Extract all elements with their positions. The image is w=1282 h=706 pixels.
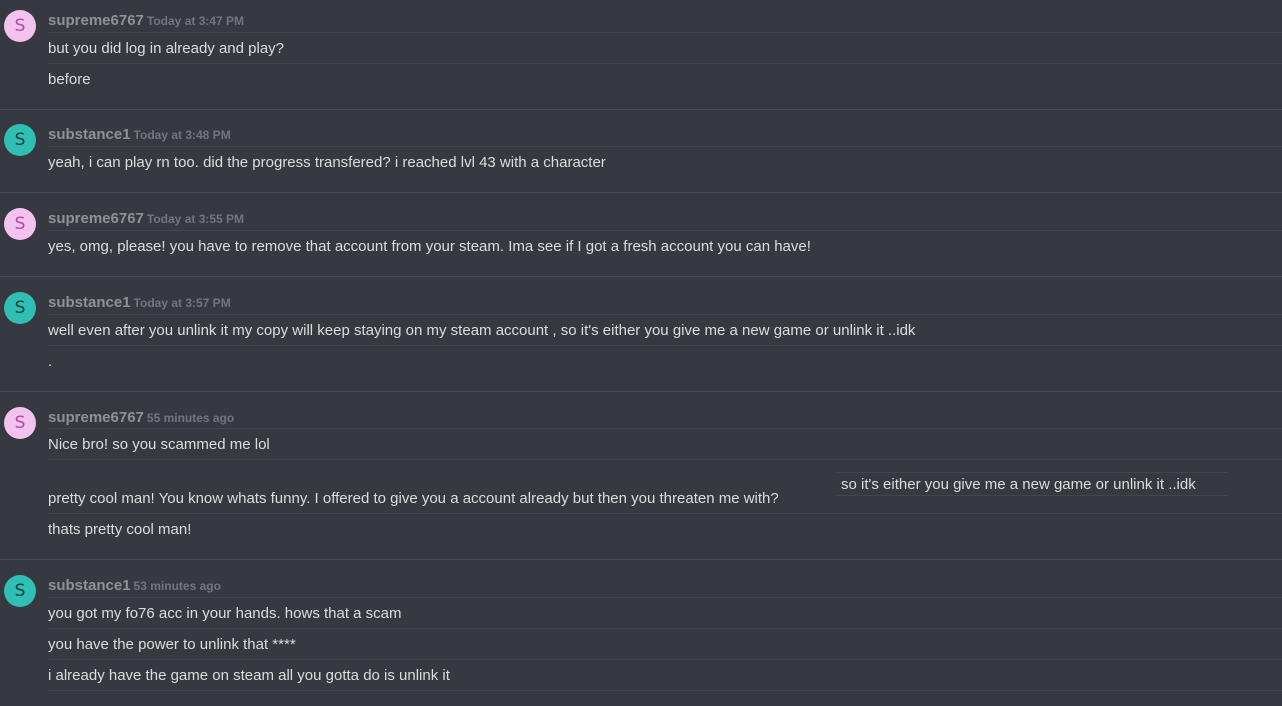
message-divider bbox=[48, 314, 1282, 315]
message-text: . bbox=[48, 353, 53, 370]
avatar[interactable]: S bbox=[4, 124, 36, 156]
message-text: well even after you unlink it my copy wi… bbox=[48, 322, 916, 339]
message-text: yeah, i can play rn too. did the progres… bbox=[48, 154, 606, 171]
username[interactable]: supreme6767 bbox=[48, 409, 144, 426]
message-divider bbox=[48, 345, 1282, 346]
message-group: S supreme6767 Today at 3:47 PM but you di… bbox=[0, 0, 1282, 110]
message-header: substance1 Today at 3:57 PM bbox=[48, 295, 231, 311]
message-divider bbox=[48, 146, 1282, 147]
message-group: S substance1 Today at 3:48 PM yeah, i can… bbox=[0, 110, 1282, 193]
message-group: S substance1 53 minutes ago you got my fo… bbox=[0, 560, 1282, 706]
message-group: S supreme6767 55 minutes ago Nice bro! so… bbox=[0, 392, 1282, 560]
timestamp: 53 minutes ago bbox=[133, 579, 221, 593]
message-text: i already have the game on steam all you… bbox=[48, 667, 450, 684]
message-header: substance1 Today at 3:48 PM bbox=[48, 127, 231, 143]
message-divider bbox=[48, 230, 1282, 231]
avatar[interactable]: S bbox=[4, 407, 36, 439]
message-group: S substance1 Today at 3:57 PM well even a… bbox=[0, 277, 1282, 392]
avatar[interactable]: S bbox=[4, 208, 36, 240]
message-header: supreme6767 Today at 3:55 PM bbox=[48, 211, 244, 227]
avatar-letter: S bbox=[14, 15, 26, 36]
avatar[interactable]: S bbox=[4, 575, 36, 607]
username[interactable]: substance1 bbox=[48, 126, 131, 143]
timestamp: Today at 3:55 PM bbox=[146, 212, 245, 226]
avatar-letter: S bbox=[14, 213, 26, 234]
message-header: substance1 53 minutes ago bbox=[48, 578, 221, 594]
timestamp: Today at 3:48 PM bbox=[133, 128, 231, 142]
message-group: S supreme6767 Today at 3:55 PM yes, omg, … bbox=[0, 193, 1282, 277]
message-header: supreme6767 Today at 3:47 PM bbox=[48, 13, 244, 29]
message-text: you have the power to unlink that **** bbox=[48, 636, 296, 653]
message-divider bbox=[48, 659, 1282, 660]
username[interactable]: supreme6767 bbox=[48, 210, 144, 227]
timestamp: Today at 3:57 PM bbox=[133, 296, 231, 310]
quoted-message: so it's either you give me a new game or… bbox=[837, 472, 1228, 496]
username[interactable]: supreme6767 bbox=[48, 12, 144, 29]
username[interactable]: substance1 bbox=[48, 294, 131, 311]
chat-log: S supreme6767 Today at 3:47 PM but you di… bbox=[0, 0, 1282, 706]
avatar-letter: S bbox=[14, 297, 26, 318]
avatar[interactable]: S bbox=[4, 10, 36, 42]
message-divider bbox=[48, 32, 1282, 33]
message-text: yes, omg, please! you have to remove tha… bbox=[48, 238, 811, 255]
message-text: but you did log in already and play? bbox=[48, 40, 285, 57]
username[interactable]: substance1 bbox=[48, 577, 131, 594]
message-divider bbox=[48, 513, 1282, 514]
message-divider bbox=[48, 628, 1282, 629]
message-divider bbox=[48, 63, 1282, 64]
message-header: supreme6767 55 minutes ago bbox=[48, 410, 234, 426]
avatar-letter: S bbox=[14, 580, 26, 601]
message-divider bbox=[48, 690, 1282, 691]
avatar-letter: S bbox=[14, 412, 26, 433]
message-text: Nice bro! so you scammed me lol bbox=[48, 436, 270, 453]
timestamp: Today at 3:47 PM bbox=[146, 14, 245, 28]
message-divider bbox=[48, 428, 1282, 429]
timestamp: 55 minutes ago bbox=[146, 411, 235, 425]
message-text: before bbox=[48, 71, 91, 88]
message-text: pretty cool man! You know whats funny. I… bbox=[48, 490, 779, 507]
message-divider bbox=[48, 597, 1282, 598]
message-divider bbox=[48, 459, 1282, 460]
message-text: you got my fo76 acc in your hands. hows … bbox=[48, 605, 402, 622]
avatar[interactable]: S bbox=[4, 292, 36, 324]
message-text: thats pretty cool man! bbox=[48, 521, 192, 538]
avatar-letter: S bbox=[14, 129, 26, 150]
